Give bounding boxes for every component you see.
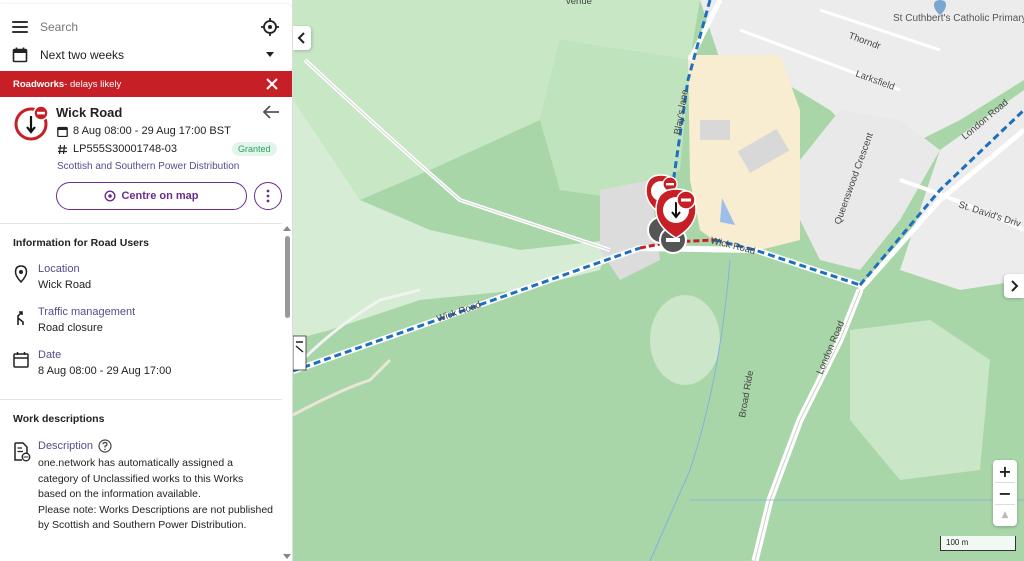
date-filter-value: Next two weeks: [40, 48, 125, 62]
centre-on-map-label: Centre on map: [121, 190, 199, 202]
info-value: Road closure: [38, 322, 103, 334]
info-label: Traffic management: [38, 306, 136, 318]
zoom-in-button[interactable]: +: [993, 460, 1017, 482]
locate-icon[interactable]: [260, 17, 280, 37]
collapse-panel-button[interactable]: [293, 26, 311, 50]
document-icon: [14, 442, 31, 462]
location-pin-icon: [14, 265, 28, 283]
help-icon[interactable]: [98, 439, 112, 453]
works-reference-line: LP555S30001748-03: [57, 143, 177, 155]
traffic-management-icon: [17, 311, 24, 325]
description-text: one.network has automatically assigned a…: [38, 457, 274, 531]
target-icon: [104, 190, 116, 202]
info-item-date: Date 8 Aug 08:00 - 29 Aug 17:00: [13, 349, 275, 383]
search-card: Next two weeks: [0, 4, 292, 72]
scroll-thumb[interactable]: [284, 236, 290, 318]
search-input[interactable]: [40, 20, 240, 34]
scale-bar: 100 m: [940, 536, 1016, 551]
info-value: 8 Aug 08:00 - 29 Aug 17:00: [38, 365, 172, 377]
alert-message: - delays likely: [64, 78, 122, 90]
more-options-button[interactable]: [254, 182, 282, 210]
panel-scrollbar[interactable]: [283, 224, 291, 561]
scroll-down-arrow[interactable]: [283, 554, 291, 559]
works-detail-panel: Next two weeks Roadworks - delays likely…: [0, 0, 293, 561]
work-descriptions-title: Work descriptions: [13, 413, 105, 425]
close-icon[interactable]: [265, 77, 279, 91]
compass-button[interactable]: ▲: [993, 504, 1017, 526]
works-reference: LP555S30001748-03: [73, 143, 177, 155]
date-filter-select[interactable]: Next two weeks: [12, 44, 282, 66]
calendar-icon: [57, 126, 68, 137]
back-arrow-icon[interactable]: [262, 104, 280, 120]
description-label-row: Description: [38, 439, 112, 453]
zoom-out-button[interactable]: −: [993, 482, 1017, 504]
hash-icon: [58, 144, 67, 154]
works-summary: Wick Road 8 Aug 08:00 - 29 Aug 17:00 BST…: [0, 97, 292, 222]
roadworks-icon: [14, 105, 49, 141]
alert-category: Roadworks: [13, 78, 65, 90]
map-label-school: St Cuthbert's Catholic Primary School: [893, 13, 1024, 24]
info-value: Wick Road: [38, 279, 92, 291]
map-label-venue: venue: [566, 0, 592, 7]
status-badge: Granted: [232, 142, 277, 156]
calendar-icon: [12, 47, 28, 63]
zoom-controls: + − ▲: [993, 460, 1017, 526]
menu-icon[interactable]: [12, 21, 28, 33]
description-label: Description: [38, 440, 94, 452]
more-vertical-icon: [266, 189, 270, 203]
centre-on-map-button[interactable]: Centre on map: [56, 182, 247, 210]
info-label: Location: [38, 263, 80, 275]
chevron-right-icon: [1011, 280, 1019, 292]
works-promoter: Scottish and Southern Power Distribution: [57, 161, 240, 172]
scroll-up-arrow[interactable]: [283, 226, 291, 231]
info-item-location: Location Wick Road: [13, 263, 275, 297]
chevron-left-icon: [297, 32, 305, 44]
divider: [0, 223, 282, 224]
divider: [0, 399, 282, 400]
works-title: Wick Road: [56, 105, 123, 120]
chevron-down-icon: [266, 52, 274, 57]
info-item-traffic-management: Traffic management Road closure: [13, 306, 275, 340]
works-dates-line: 8 Aug 08:00 - 29 Aug 17:00 BST: [57, 125, 231, 137]
roadworks-alert-banner: Roadworks - delays likely: [0, 71, 292, 97]
works-dates: 8 Aug 08:00 - 29 Aug 17:00 BST: [73, 125, 231, 137]
expand-right-panel-button[interactable]: [1004, 274, 1024, 298]
calendar-icon: [13, 352, 29, 368]
info-label: Date: [38, 349, 62, 361]
info-section-title: Information for Road Users: [13, 237, 149, 249]
